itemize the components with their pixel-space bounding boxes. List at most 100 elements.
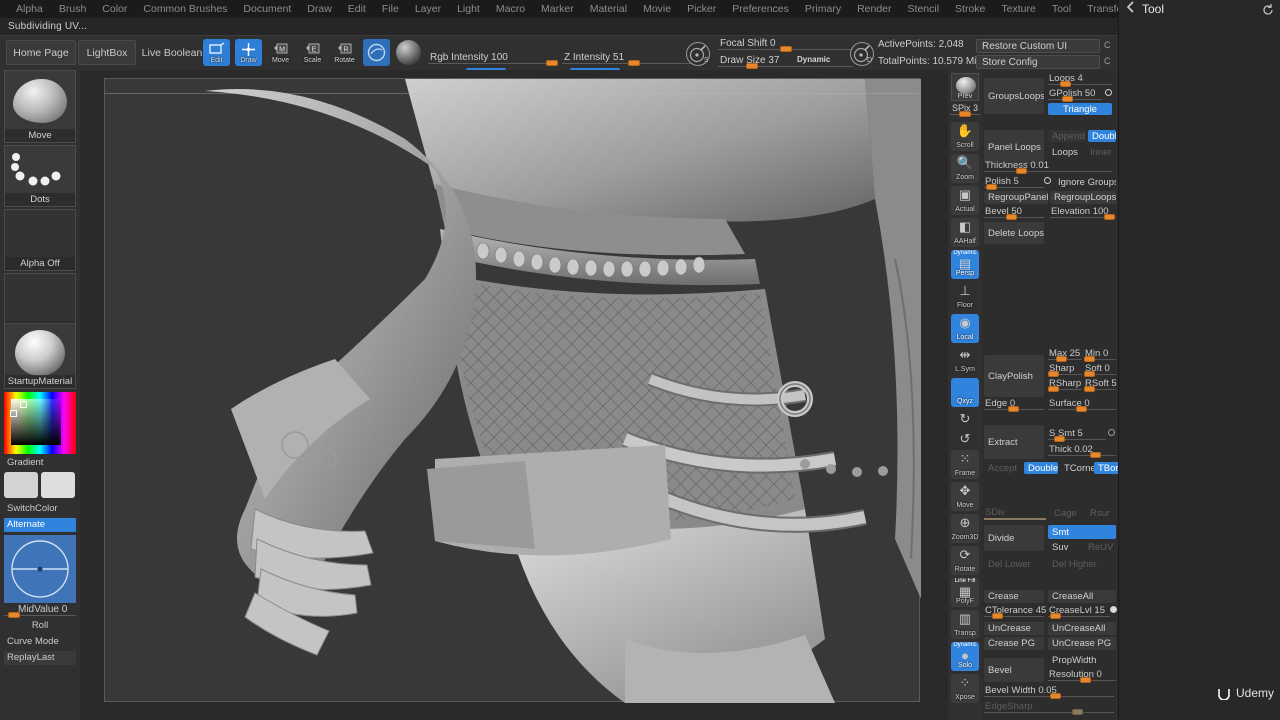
z-intensity-knob[interactable] — [628, 60, 640, 66]
triangle-button[interactable]: Triangle — [1048, 103, 1112, 115]
edge-sharp-slider[interactable]: EdgeSharp — [984, 701, 1114, 714]
menu-item-color[interactable]: Color — [94, 1, 135, 17]
edge-knob[interactable] — [1008, 406, 1019, 412]
double-button[interactable]: Double — [1088, 130, 1116, 142]
menu-item-material[interactable]: Material — [582, 1, 635, 17]
vshelf-redo-arrow-button[interactable]: ↻ — [951, 410, 979, 427]
del-lower-button[interactable]: Del Lower — [984, 558, 1044, 570]
menu-item-alpha[interactable]: Alpha — [8, 1, 51, 17]
divide-button[interactable]: Divide — [984, 525, 1044, 551]
menu-item-picker[interactable]: Picker — [679, 1, 724, 17]
min-knob[interactable] — [1084, 356, 1095, 362]
menu-item-render[interactable]: Render — [849, 1, 899, 17]
vshelf-solo-button[interactable]: Dynamic●Solo — [951, 642, 979, 671]
menu-item-movie[interactable]: Movie — [635, 1, 679, 17]
vshelf-lsym-button[interactable]: ⇹L.Sym — [951, 346, 979, 375]
clay-polish-button[interactable]: ClayPolish — [984, 355, 1044, 397]
rsoft-knob[interactable] — [1084, 386, 1095, 392]
crease-pg-button[interactable]: Crease PG — [984, 637, 1044, 650]
uncrease-pg-button[interactable]: UnCrease PG — [1048, 637, 1116, 650]
regroup-loops-button[interactable]: RegroupLoops — [1050, 191, 1116, 204]
menu-item-common-brushes[interactable]: Common Brushes — [135, 1, 235, 17]
brush-tile[interactable]: Move — [4, 70, 76, 143]
focal-shift-slider[interactable]: Focal Shift 0 — [718, 38, 853, 51]
crease-lvl-toggle-dot[interactable] — [1110, 606, 1117, 613]
uncrease-button[interactable]: UnCrease — [984, 622, 1044, 635]
menu-item-brush[interactable]: Brush — [51, 1, 94, 17]
secondary-color-swatch[interactable] — [41, 472, 75, 498]
bevel-main-button[interactable]: Bevel — [984, 658, 1044, 682]
live-boolean-button[interactable]: Live Boolean — [138, 40, 206, 65]
menu-item-draw[interactable]: Draw — [299, 1, 340, 17]
sdiv-slider[interactable]: SDiv — [984, 507, 1046, 520]
spix-knob[interactable] — [959, 111, 971, 117]
restore-custom-ui-button[interactable]: Restore Custom UI — [976, 39, 1100, 53]
vshelf-floor-button[interactable]: ⊥Floor — [951, 282, 979, 311]
vshelf-zoom-button[interactable]: 🔍Zoom — [951, 154, 979, 183]
alpha-tile[interactable]: Alpha Off — [4, 209, 76, 271]
menu-item-light[interactable]: Light — [449, 1, 488, 17]
resolution-knob[interactable] — [1080, 677, 1091, 683]
menu-item-edit[interactable]: Edit — [340, 1, 374, 17]
gpolish-slider[interactable]: GPolish 50 — [1048, 88, 1102, 101]
material-tile[interactable]: StartupMaterial — [4, 323, 76, 389]
loops-sub-button[interactable]: Loops — [1048, 146, 1084, 158]
thickness-slider[interactable]: Thickness 0.01 — [984, 160, 1112, 173]
ignore-groups-button[interactable]: Ignore Groups — [1054, 176, 1116, 188]
edge-slider[interactable]: Edge 0 — [984, 398, 1044, 411]
midvalue-knob[interactable] — [8, 612, 20, 618]
menu-item-macro[interactable]: Macro — [488, 1, 533, 17]
bevel-width-knob[interactable] — [1050, 693, 1061, 699]
cage-button[interactable]: Cage — [1050, 507, 1084, 519]
vshelf-move-button[interactable]: ✥Move — [951, 482, 979, 511]
rsur-button[interactable]: Rsur — [1086, 507, 1116, 519]
dynamic-label[interactable]: Dynamic — [797, 55, 830, 64]
home-page-button[interactable]: Home Page — [6, 40, 76, 65]
menu-item-preferences[interactable]: Preferences — [724, 1, 797, 17]
stroke-tile[interactable]: Dots — [4, 145, 76, 207]
thick-slider[interactable]: Thick 0.02 — [1048, 444, 1116, 457]
panel-loops-button[interactable]: Panel Loops — [984, 130, 1044, 164]
stroke-knob-icon[interactable]: S — [686, 42, 710, 66]
vshelf-zoom3d-button[interactable]: ⊕Zoom3D — [951, 514, 979, 543]
primary-color-swatch[interactable] — [4, 472, 38, 498]
vshelf-scroll-button[interactable]: ✋Scroll — [951, 122, 979, 151]
roll-button[interactable]: Roll — [4, 619, 76, 633]
extract-double-button[interactable]: Double — [1024, 462, 1058, 474]
menu-item-stroke[interactable]: Stroke — [947, 1, 993, 17]
brush-shelf-icon[interactable] — [363, 39, 390, 66]
move-mode-button[interactable]: M Move — [267, 39, 294, 66]
soft-knob[interactable] — [1084, 371, 1095, 377]
elevation-slider[interactable]: Elevation 100 — [1050, 206, 1116, 219]
spix-slider[interactable]: SPix 3 — [950, 103, 980, 116]
menu-item-texture[interactable]: Texture — [993, 1, 1043, 17]
prop-width-button[interactable]: PropWidth — [1048, 654, 1116, 667]
soft-slider[interactable]: Soft 0 — [1084, 363, 1116, 376]
switch-color-swatches[interactable] — [4, 472, 76, 500]
loops-slider[interactable]: Loops 4 — [1048, 73, 1112, 86]
append-button[interactable]: Append — [1048, 130, 1086, 142]
back-chevron-icon[interactable] — [1125, 0, 1137, 18]
crease-lvl-knob[interactable] — [1050, 613, 1061, 619]
vshelf-undo-arrow-button[interactable]: ↺ — [951, 430, 979, 447]
loops-knob[interactable] — [1060, 81, 1071, 87]
max-knob[interactable] — [1056, 356, 1067, 362]
gpolish-toggle-dot[interactable] — [1105, 89, 1112, 96]
thickness-knob[interactable] — [1016, 168, 1027, 174]
resolution-slider[interactable]: Resolution 0 — [1048, 669, 1116, 682]
color-picker-inner[interactable] — [11, 399, 61, 445]
vshelf-polyf-button[interactable]: Line Fill▦PolyF — [951, 578, 979, 607]
rsharp-slider[interactable]: RSharp — [1048, 378, 1082, 391]
draw-mode-button[interactable]: Draw — [235, 39, 262, 66]
menu-item-stencil[interactable]: Stencil — [900, 1, 948, 17]
extract-main-button[interactable]: Extract — [984, 425, 1044, 459]
menu-item-document[interactable]: Document — [235, 1, 299, 17]
ssmt-knob[interactable] — [1054, 436, 1065, 442]
max-slider[interactable]: Max 25 — [1048, 348, 1082, 361]
lightbox-button[interactable]: LightBox — [78, 40, 136, 65]
menu-item-tool[interactable]: Tool — [1044, 1, 1079, 17]
smt-button[interactable]: Smt — [1048, 525, 1116, 539]
vshelf-local-button[interactable]: ◉Local — [951, 314, 979, 343]
alternate-button[interactable]: Alternate — [4, 518, 76, 532]
vshelf-actual-button[interactable]: ▣Actual — [951, 186, 979, 215]
